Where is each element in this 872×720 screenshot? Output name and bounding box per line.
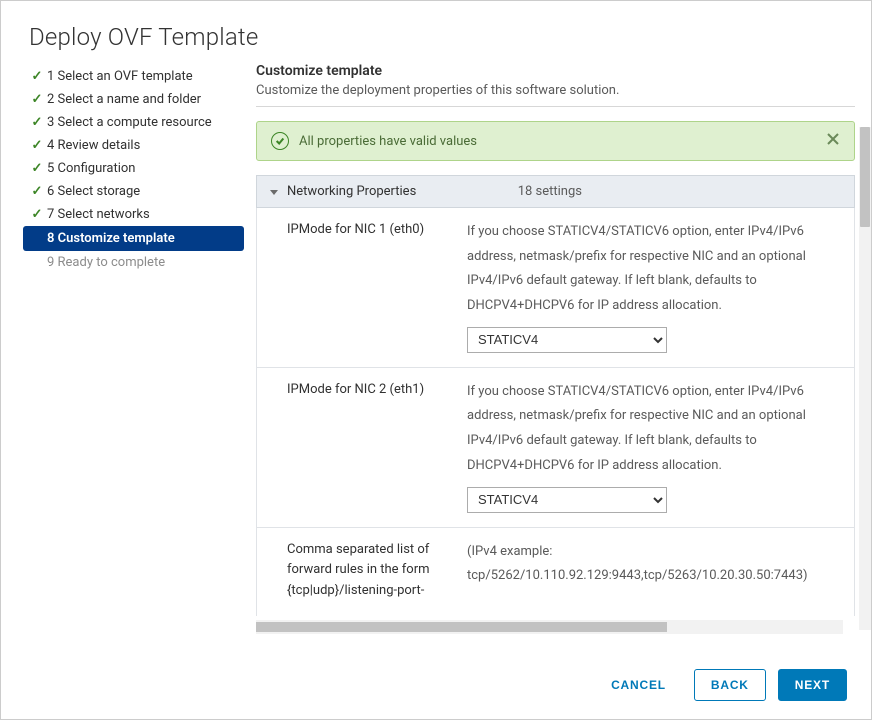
scrollbar-thumb[interactable] [256, 622, 667, 632]
cancel-button[interactable]: CANCEL [595, 670, 682, 700]
ipmode-nic2-select[interactable]: STATICV4 [467, 487, 667, 513]
group-count: 18 settings [518, 184, 842, 199]
wizard-step-6[interactable]: ✓ 6 Select storage [29, 180, 244, 203]
main-panel: Customize template Customize the deploym… [244, 63, 855, 650]
next-button[interactable]: NEXT [778, 669, 847, 701]
wizard-step-3[interactable]: ✓ 3 Select a compute resource [29, 111, 244, 134]
property-list: IPMode for NIC 1 (eth0) If you choose ST… [256, 208, 855, 616]
scrollbar-thumb[interactable] [860, 127, 870, 227]
property-value: If you choose STATICV4/STATICV6 option, … [467, 220, 840, 353]
wizard-step-4[interactable]: ✓ 4 Review details [29, 134, 244, 157]
wizard-step-label: 3 Select a compute resource [45, 115, 212, 130]
success-check-icon [271, 132, 289, 150]
property-group-header[interactable]: Networking Properties 18 settings [256, 175, 855, 208]
deploy-ovf-dialog: Deploy OVF Template ✓ 1 Select an OVF te… [0, 0, 872, 720]
wizard-step-7[interactable]: ✓ 7 Select networks [29, 203, 244, 226]
check-icon: ✓ [29, 207, 45, 222]
wizard-step-2[interactable]: ✓ 2 Select a name and folder [29, 88, 244, 111]
main-content: Customize template Customize the deploym… [256, 63, 855, 634]
property-description: If you choose STATICV4/STATICV6 option, … [467, 384, 806, 473]
property-row-fwd-rules: Comma separated list of forward rules in… [257, 528, 854, 616]
wizard-step-label: 4 Review details [45, 138, 140, 153]
validation-alert: All properties have valid values [256, 121, 855, 161]
property-label: IPMode for NIC 2 (eth1) [287, 380, 467, 513]
close-icon[interactable] [826, 132, 840, 150]
check-icon: ✓ [29, 161, 45, 176]
horizontal-scrollbar[interactable] [256, 620, 843, 634]
wizard-step-5[interactable]: ✓ 5 Configuration [29, 157, 244, 180]
property-row-nic1: IPMode for NIC 1 (eth0) If you choose ST… [257, 208, 854, 368]
wizard-sidebar: ✓ 1 Select an OVF template ✓ 2 Select a … [29, 63, 244, 650]
dialog-footer: CANCEL BACK NEXT [1, 650, 871, 719]
page-subheading: Customize the deployment properties of t… [256, 83, 855, 98]
wizard-step-label: 9 Ready to complete [45, 255, 165, 270]
wizard-step-1[interactable]: ✓ 1 Select an OVF template [29, 65, 244, 88]
wizard-step-label: 6 Select storage [45, 184, 140, 199]
vertical-scrollbar[interactable] [859, 127, 871, 630]
property-row-nic2: IPMode for NIC 2 (eth1) If you choose ST… [257, 368, 854, 528]
property-description: If you choose STATICV4/STATICV6 option, … [467, 224, 806, 313]
check-icon: ✓ [29, 138, 45, 153]
divider [256, 106, 855, 107]
property-description: (IPv4 example: tcp/5262/10.110.92.129:94… [467, 544, 808, 584]
check-icon: ✓ [29, 184, 45, 199]
wizard-step-8[interactable]: 8 Customize template [23, 226, 244, 251]
back-button[interactable]: BACK [694, 669, 766, 701]
dialog-title: Deploy OVF Template [1, 1, 871, 63]
wizard-steps: ✓ 1 Select an OVF template ✓ 2 Select a … [29, 65, 244, 274]
ipmode-nic1-select[interactable]: STATICV4 [467, 327, 667, 353]
wizard-step-9: 9 Ready to complete [29, 251, 244, 274]
group-title: Networking Properties [287, 184, 416, 199]
check-icon: ✓ [29, 92, 45, 107]
check-icon: ✓ [29, 69, 45, 84]
wizard-step-label: 1 Select an OVF template [45, 69, 193, 84]
property-label: Comma separated list of forward rules in… [287, 540, 467, 602]
chevron-down-icon [269, 187, 279, 197]
alert-text: All properties have valid values [299, 134, 477, 149]
wizard-step-label: 5 Configuration [45, 161, 136, 176]
property-value: If you choose STATICV4/STATICV6 option, … [467, 380, 840, 513]
check-icon: ✓ [29, 115, 45, 130]
dialog-body: ✓ 1 Select an OVF template ✓ 2 Select a … [1, 63, 871, 650]
wizard-step-label: 8 Customize template [45, 231, 175, 246]
property-value: (IPv4 example: tcp/5262/10.110.92.129:94… [467, 540, 840, 602]
wizard-step-label: 2 Select a name and folder [45, 92, 201, 107]
page-heading: Customize template [256, 63, 855, 79]
property-label: IPMode for NIC 1 (eth0) [287, 220, 467, 353]
wizard-step-label: 7 Select networks [45, 207, 150, 222]
